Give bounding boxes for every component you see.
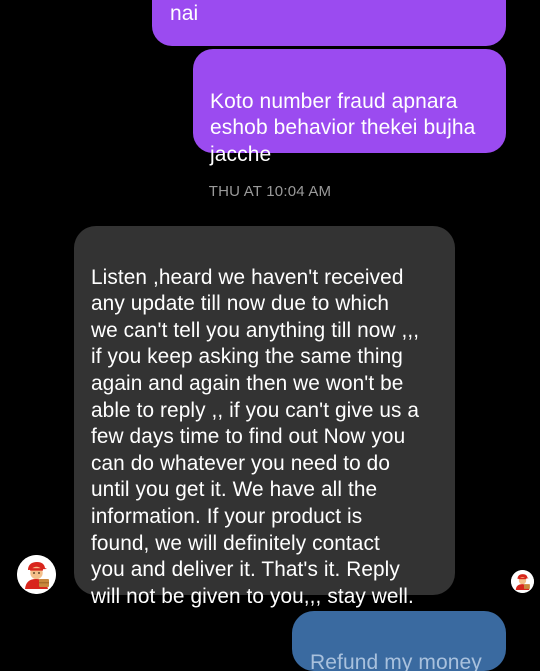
message-text: Listen ,heard we haven't received any up… bbox=[91, 265, 420, 608]
outgoing-message-bubble[interactable]: Refund my money bbox=[292, 611, 506, 671]
message-text: Koto number fraud apnara eshob behavior … bbox=[210, 89, 476, 166]
message-text: pathaisen sheta porjonto bolen nai bbox=[170, 1, 199, 25]
message-timestamp: THU AT 10:04 AM bbox=[208, 183, 332, 200]
avatar-illustration bbox=[17, 555, 56, 594]
read-receipt-illustration bbox=[511, 570, 534, 593]
incoming-message-bubble[interactable]: Listen ,heard we haven't received any up… bbox=[74, 226, 455, 608]
message-text: Refund my money bbox=[310, 650, 482, 671]
outgoing-message-bubble[interactable]: pathaisen sheta porjonto bolen nai bbox=[152, 0, 506, 46]
delivery-person-avatar-icon[interactable] bbox=[17, 555, 56, 594]
outgoing-message-bubble[interactable]: Koto number fraud apnara eshob behavior … bbox=[193, 49, 506, 166]
delivery-person-read-receipt-icon bbox=[511, 570, 534, 593]
